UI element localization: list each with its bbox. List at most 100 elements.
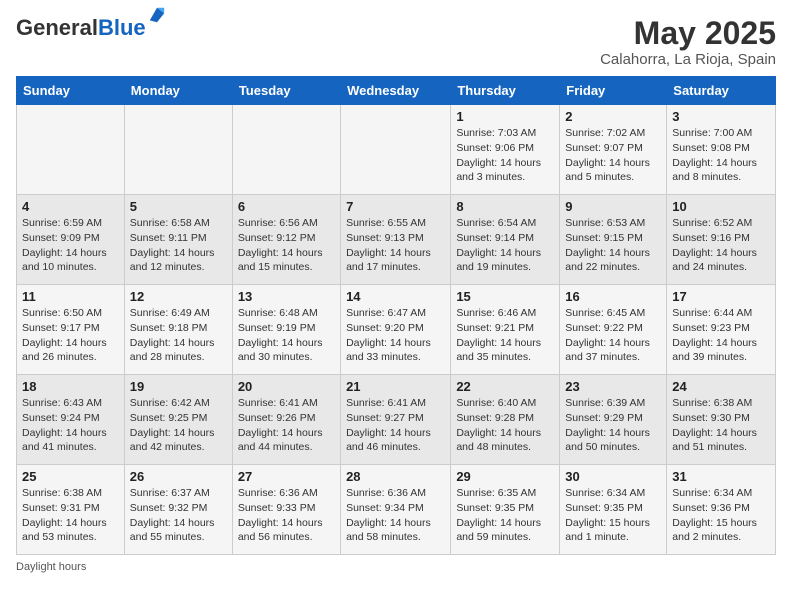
day-info: Sunrise: 6:35 AM Sunset: 9:35 PM Dayligh… — [456, 486, 554, 545]
day-of-week-header: Tuesday — [232, 77, 340, 105]
day-info: Sunrise: 7:00 AM Sunset: 9:08 PM Dayligh… — [672, 126, 770, 185]
calendar-day-cell: 21Sunrise: 6:41 AM Sunset: 9:27 PM Dayli… — [341, 375, 451, 465]
calendar-day-cell — [341, 105, 451, 195]
day-number: 9 — [565, 199, 661, 214]
calendar-day-cell: 31Sunrise: 6:34 AM Sunset: 9:36 PM Dayli… — [667, 465, 776, 555]
day-of-week-header: Monday — [124, 77, 232, 105]
day-info: Sunrise: 6:38 AM Sunset: 9:30 PM Dayligh… — [672, 396, 770, 455]
page-header: GeneralBlue May 2025 Calahorra, La Rioja… — [16, 16, 776, 68]
calendar-table: SundayMondayTuesdayWednesdayThursdayFrid… — [16, 76, 776, 555]
calendar-day-cell: 9 Sunrise: 6:53 AM Sunset: 9:15 PM Daylig… — [560, 195, 667, 285]
day-number: 15 — [456, 289, 554, 304]
day-number: 12 — [130, 289, 227, 304]
day-number: 22 — [456, 379, 554, 394]
calendar-day-cell — [232, 105, 340, 195]
calendar-day-cell: 8 Sunrise: 6:54 AM Sunset: 9:14 PM Daylig… — [451, 195, 560, 285]
day-number: 10 — [672, 199, 770, 214]
day-number: 29 — [456, 469, 554, 484]
calendar-day-cell: 17Sunrise: 6:44 AM Sunset: 9:23 PM Dayli… — [667, 285, 776, 375]
calendar-week-row: 1 Sunrise: 7:03 AM Sunset: 9:06 PM Daylig… — [17, 105, 776, 195]
day-number: 3 — [672, 109, 770, 124]
calendar-day-cell: 12 Sunrise: 6:49 AM Sunset: 9:18 PM Dayli… — [124, 285, 232, 375]
day-info: Sunrise: 6:47 AM Sunset: 9:20 PM Dayligh… — [346, 306, 445, 365]
day-number: 16 — [565, 289, 661, 304]
day-info: Sunrise: 6:34 AM Sunset: 9:35 PM Dayligh… — [565, 486, 661, 545]
day-info: Sunrise: 6:46 AM Sunset: 9:21 PM Dayligh… — [456, 306, 554, 365]
day-info: Sunrise: 7:03 AM Sunset: 9:06 PM Dayligh… — [456, 126, 554, 185]
calendar-day-cell: 10Sunrise: 6:52 AM Sunset: 9:16 PM Dayli… — [667, 195, 776, 285]
calendar-header-row: SundayMondayTuesdayWednesdayThursdayFrid… — [17, 77, 776, 105]
day-number: 17 — [672, 289, 770, 304]
day-number: 26 — [130, 469, 227, 484]
day-info: Sunrise: 6:48 AM Sunset: 9:19 PM Dayligh… — [238, 306, 335, 365]
day-info: Sunrise: 6:42 AM Sunset: 9:25 PM Dayligh… — [130, 396, 227, 455]
calendar-day-cell: 1 Sunrise: 7:03 AM Sunset: 9:06 PM Daylig… — [451, 105, 560, 195]
calendar-day-cell — [124, 105, 232, 195]
calendar-day-cell: 28 Sunrise: 6:36 AM Sunset: 9:34 PM Dayli… — [341, 465, 451, 555]
calendar-week-row: 18Sunrise: 6:43 AM Sunset: 9:24 PM Dayli… — [17, 375, 776, 465]
day-info: Sunrise: 6:36 AM Sunset: 9:33 PM Dayligh… — [238, 486, 335, 545]
day-info: Sunrise: 6:41 AM Sunset: 9:26 PM Dayligh… — [238, 396, 335, 455]
day-info: Sunrise: 6:54 AM Sunset: 9:14 PM Dayligh… — [456, 216, 554, 275]
day-info: Sunrise: 7:02 AM Sunset: 9:07 PM Dayligh… — [565, 126, 661, 185]
day-number: 19 — [130, 379, 227, 394]
calendar-week-row: 11Sunrise: 6:50 AM Sunset: 9:17 PM Dayli… — [17, 285, 776, 375]
day-info: Sunrise: 6:43 AM Sunset: 9:24 PM Dayligh… — [22, 396, 119, 455]
calendar-day-cell: 4 Sunrise: 6:59 AM Sunset: 9:09 PM Daylig… — [17, 195, 125, 285]
calendar-day-cell: 16 Sunrise: 6:45 AM Sunset: 9:22 PM Dayli… — [560, 285, 667, 375]
day-number: 5 — [130, 199, 227, 214]
day-number: 28 — [346, 469, 445, 484]
day-number: 2 — [565, 109, 661, 124]
day-number: 30 — [565, 469, 661, 484]
day-number: 23 — [565, 379, 661, 394]
footer: Daylight hours — [16, 561, 776, 573]
day-info: Sunrise: 6:37 AM Sunset: 9:32 PM Dayligh… — [130, 486, 227, 545]
calendar-day-cell: 30 Sunrise: 6:34 AM Sunset: 9:35 PM Dayli… — [560, 465, 667, 555]
calendar-day-cell: 29 Sunrise: 6:35 AM Sunset: 9:35 PM Dayli… — [451, 465, 560, 555]
day-number: 8 — [456, 199, 554, 214]
day-info: Sunrise: 6:49 AM Sunset: 9:18 PM Dayligh… — [130, 306, 227, 365]
calendar-day-cell: 13 Sunrise: 6:48 AM Sunset: 9:19 PM Dayli… — [232, 285, 340, 375]
day-info: Sunrise: 6:59 AM Sunset: 9:09 PM Dayligh… — [22, 216, 119, 275]
day-number: 13 — [238, 289, 335, 304]
day-info: Sunrise: 6:38 AM Sunset: 9:31 PM Dayligh… — [22, 486, 119, 545]
day-info: Sunrise: 6:34 AM Sunset: 9:36 PM Dayligh… — [672, 486, 770, 545]
calendar-day-cell: 18Sunrise: 6:43 AM Sunset: 9:24 PM Dayli… — [17, 375, 125, 465]
calendar-day-cell: 24 Sunrise: 6:38 AM Sunset: 9:30 PM Dayli… — [667, 375, 776, 465]
calendar-day-cell: 14 Sunrise: 6:47 AM Sunset: 9:20 PM Dayli… — [341, 285, 451, 375]
day-info: Sunrise: 6:45 AM Sunset: 9:22 PM Dayligh… — [565, 306, 661, 365]
day-info: Sunrise: 6:41 AM Sunset: 9:27 PM Dayligh… — [346, 396, 445, 455]
day-info: Sunrise: 6:36 AM Sunset: 9:34 PM Dayligh… — [346, 486, 445, 545]
calendar-body: 1 Sunrise: 7:03 AM Sunset: 9:06 PM Daylig… — [17, 105, 776, 555]
day-info: Sunrise: 6:53 AM Sunset: 9:15 PM Dayligh… — [565, 216, 661, 275]
calendar-day-cell: 20 Sunrise: 6:41 AM Sunset: 9:26 PM Dayli… — [232, 375, 340, 465]
logo: GeneralBlue — [16, 16, 166, 40]
day-number: 25 — [22, 469, 119, 484]
day-number: 14 — [346, 289, 445, 304]
calendar-day-cell: 2 Sunrise: 7:02 AM Sunset: 9:07 PM Daylig… — [560, 105, 667, 195]
day-number: 1 — [456, 109, 554, 124]
day-number: 24 — [672, 379, 770, 394]
day-info: Sunrise: 6:55 AM Sunset: 9:13 PM Dayligh… — [346, 216, 445, 275]
day-number: 4 — [22, 199, 119, 214]
calendar-day-cell: 7 Sunrise: 6:55 AM Sunset: 9:13 PM Daylig… — [341, 195, 451, 285]
day-of-week-header: Friday — [560, 77, 667, 105]
calendar-day-cell: 15 Sunrise: 6:46 AM Sunset: 9:21 PM Dayli… — [451, 285, 560, 375]
day-of-week-header: Thursday — [451, 77, 560, 105]
logo-icon — [148, 6, 166, 24]
day-number: 27 — [238, 469, 335, 484]
calendar-week-row: 25 Sunrise: 6:38 AM Sunset: 9:31 PM Dayli… — [17, 465, 776, 555]
calendar-day-cell: 5Sunrise: 6:58 AM Sunset: 9:11 PM Daylig… — [124, 195, 232, 285]
calendar-day-cell: 6Sunrise: 6:56 AM Sunset: 9:12 PM Daylig… — [232, 195, 340, 285]
day-info: Sunrise: 6:56 AM Sunset: 9:12 PM Dayligh… — [238, 216, 335, 275]
day-number: 7 — [346, 199, 445, 214]
calendar-day-cell: 11Sunrise: 6:50 AM Sunset: 9:17 PM Dayli… — [17, 285, 125, 375]
day-info: Sunrise: 6:40 AM Sunset: 9:28 PM Dayligh… — [456, 396, 554, 455]
day-info: Sunrise: 6:50 AM Sunset: 9:17 PM Dayligh… — [22, 306, 119, 365]
day-of-week-header: Sunday — [17, 77, 125, 105]
day-number: 20 — [238, 379, 335, 394]
day-of-week-header: Saturday — [667, 77, 776, 105]
calendar-day-cell: 25 Sunrise: 6:38 AM Sunset: 9:31 PM Dayli… — [17, 465, 125, 555]
calendar-day-cell: 23Sunrise: 6:39 AM Sunset: 9:29 PM Dayli… — [560, 375, 667, 465]
calendar-day-cell: 19 Sunrise: 6:42 AM Sunset: 9:25 PM Dayli… — [124, 375, 232, 465]
